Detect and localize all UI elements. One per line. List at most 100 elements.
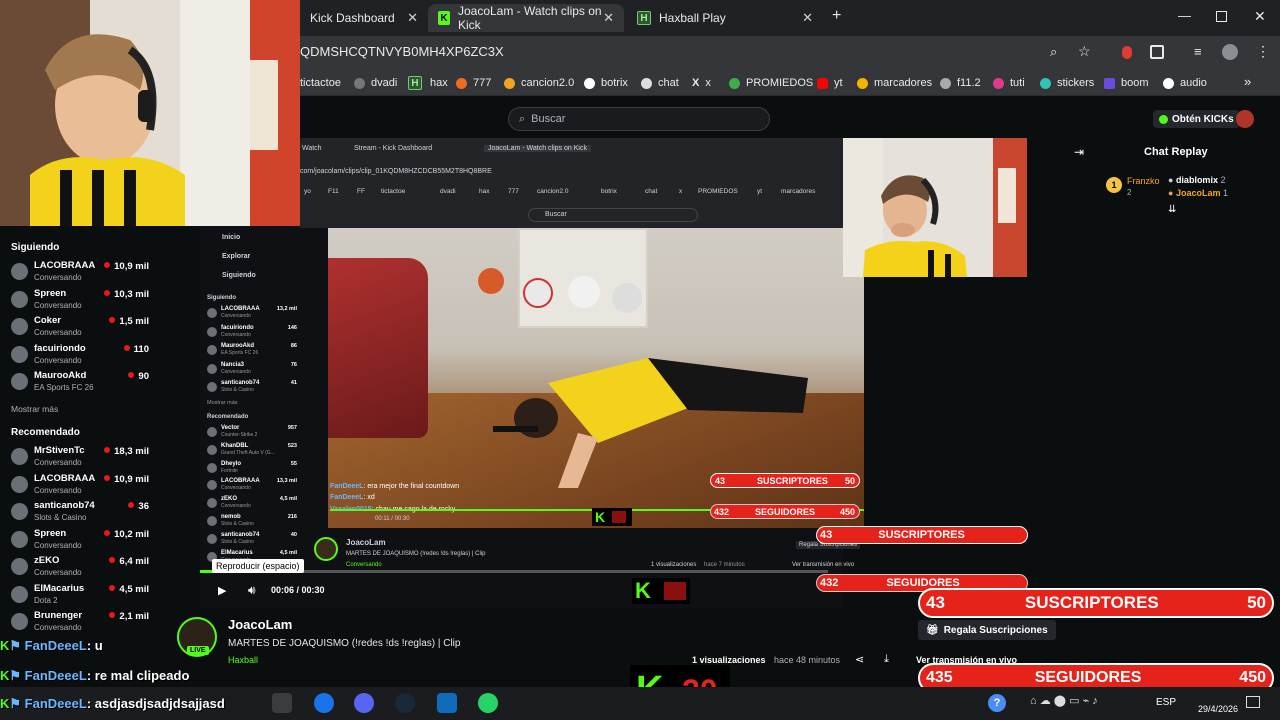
channel-name[interactable]: JoacoLam [228, 617, 292, 632]
avatar [11, 448, 28, 465]
bookmark-cancion[interactable]: cancion2.0 [504, 74, 574, 92]
taskbar-app-icon[interactable] [272, 693, 292, 713]
clock-date[interactable]: 29/4/2026 [1198, 704, 1238, 714]
volume-icon[interactable]: 🔊︎ [248, 583, 256, 598]
bookmark-dvadi[interactable]: dvadi [354, 74, 397, 92]
chrome-icon[interactable] [314, 693, 334, 713]
bookmark-f11[interactable]: f11.2 [940, 74, 981, 92]
inner-bookmark: dvadi [440, 188, 456, 195]
download-icon[interactable]: ⤓ [884, 653, 889, 666]
notification-icon[interactable] [1246, 696, 1260, 708]
language-indicator[interactable]: ESP [1156, 697, 1176, 708]
avatar [11, 318, 28, 335]
maximize-icon[interactable] [1216, 11, 1227, 22]
new-tab-icon[interactable]: + [832, 7, 841, 25]
close-icon[interactable]: ✕ [603, 10, 614, 26]
inner-bookmark: F11 [328, 188, 339, 195]
gift-subs-button[interactable]: 🎁︎ Regala Suscripciones [918, 620, 1056, 640]
sidebar-item-following[interactable]: Coker Conversando 1,5 mil [11, 315, 159, 341]
inner-bookmark: PROMIEDOS [698, 188, 738, 195]
minimize-icon[interactable]: — [1178, 8, 1191, 23]
chat-user-joacolam: ● JoacoLam 1 [1168, 188, 1228, 198]
video-ball [478, 268, 504, 294]
clip-views: 1 visualizaciones [692, 655, 766, 665]
sidebar-item-recommended[interactable]: zEKO Conversando 6,4 mil [11, 555, 159, 581]
sidebar-item-recommended[interactable]: LACOBRAAA Conversando 10,9 mil [11, 473, 159, 499]
bookmark-stickers[interactable]: stickers [1040, 74, 1094, 92]
chat-user: Franzko [1127, 176, 1160, 186]
search-input[interactable]: ⌕ Buscar [508, 107, 770, 131]
bookmark-icon [1163, 77, 1174, 89]
badge-icon: K [0, 638, 10, 653]
sidebar-item-following[interactable]: facuiriondo Conversando 110 [11, 343, 159, 369]
subs-label: SUSCRIPTORES [757, 475, 828, 486]
star-icon[interactable]: ☆ [1078, 43, 1091, 60]
bookmark-label: hax [430, 77, 448, 89]
bookmark-label: tictactoe [300, 77, 341, 89]
bookmark-label: chat [658, 77, 679, 89]
scroll-down-icon[interactable]: ⇊ [1168, 204, 1176, 215]
inner-tab: Watch [302, 145, 322, 152]
bookmark-x[interactable]: Xx [692, 74, 711, 92]
sidebar-item-following[interactable]: Spreen Conversando 10,3 mil [11, 288, 159, 314]
inner-sidebar-item: santicanob74 Slots & Casino 40 [207, 532, 297, 550]
viewer-count: 36 [128, 501, 149, 512]
sidebar-item-recommended[interactable]: santicanob74 Slots & Casino 36 [11, 500, 159, 526]
store-icon[interactable] [437, 693, 457, 713]
tab-kick-dashboard[interactable]: Kick Dashboard ✕ [300, 4, 428, 32]
bookmark-chat[interactable]: chat [641, 74, 679, 92]
inner-bookmark: x [679, 188, 683, 195]
sidebar-item-following[interactable]: LACOBRAAA Conversando 10,9 mil [11, 260, 159, 286]
menu-icon[interactable]: ⋮ [1256, 43, 1270, 60]
whatsapp-icon[interactable] [478, 693, 498, 713]
media-icon[interactable]: ≡ [1194, 44, 1202, 59]
bookmark-label: PROMIEDOS [746, 77, 814, 89]
extension-icon[interactable] [1122, 46, 1132, 59]
streamer-name: zEKO [34, 555, 60, 566]
tray-icons[interactable]: ⌂ ☁ ⬤ ▭ ⌁ ♪ [1030, 694, 1098, 707]
tab-haxball-play[interactable]: H Haxball Play ✕ [627, 4, 823, 32]
streamer-name: LACOBRAAA [34, 260, 96, 271]
followers-current: 435 [926, 669, 953, 686]
discord-icon[interactable] [354, 693, 374, 713]
get-kicks-button[interactable]: Obtén KICKs [1153, 110, 1240, 128]
puzzle-icon[interactable] [1150, 45, 1164, 59]
badge-icon [612, 511, 626, 523]
chat-user: FanDeeeL [330, 483, 364, 490]
bookmark-promiedos[interactable]: PROMIEDOS [729, 74, 813, 92]
chevron-right-icon[interactable]: » [1244, 74, 1251, 89]
show-more-link[interactable]: Mostrar más [11, 404, 58, 414]
tab-joacolam-clips[interactable]: K JoacoLam - Watch clips on Kick ✕ [428, 4, 624, 32]
bookmark-777[interactable]: 777 [456, 74, 491, 92]
user-avatar[interactable] [1236, 110, 1254, 128]
close-icon[interactable]: ✕ [802, 10, 813, 26]
bookmark-boom[interactable]: boom [1104, 74, 1149, 92]
viewer-count: 10,9 mil [104, 261, 149, 272]
sidebar-item-recommended[interactable]: MrStivenTc Conversando 18,3 mil [11, 445, 159, 471]
close-icon[interactable]: ✕ [407, 10, 418, 26]
sidebar-item-recommended[interactable]: Brunenger Conversando 2,1 mil [11, 610, 159, 636]
avatar [11, 503, 28, 520]
bookmark-yt[interactable]: yt [817, 74, 843, 92]
profile-avatar[interactable] [1222, 44, 1238, 60]
collapse-chat-icon[interactable]: ⇥ [1074, 145, 1084, 159]
bookmark-hax[interactable]: Hhax [408, 74, 448, 92]
bookmark-botrix[interactable]: botrix [584, 74, 628, 92]
bookmark-marcadores[interactable]: marcadores [857, 74, 932, 92]
bookmark-tictactoe[interactable]: tictactoe [300, 74, 341, 92]
share-icon[interactable]: ⋖ [855, 653, 864, 666]
zoom-icon[interactable]: ⌕ [1050, 44, 1057, 60]
sidebar-item-following[interactable]: MaurooAkd EA Sports FC 26 90 [11, 370, 159, 396]
bookmark-audio[interactable]: audio [1163, 74, 1207, 92]
clip-category[interactable]: Haxball [228, 655, 258, 665]
window-close-icon[interactable]: ✕ [1254, 8, 1266, 25]
url-field[interactable]: QDMSHCQTNVYB0MH4XP6ZC3X [300, 44, 504, 59]
sidebar-item-recommended[interactable]: ElMacarius Dota 2 4,5 mil [11, 583, 159, 609]
bookmark-label: stickers [1057, 77, 1095, 89]
play-icon[interactable]: ▶ [218, 584, 226, 597]
avatar [207, 308, 217, 318]
help-icon[interactable]: ? [988, 694, 1006, 712]
steam-icon[interactable] [395, 693, 415, 713]
bookmark-tuti[interactable]: tuti [993, 74, 1025, 92]
sidebar-item-recommended[interactable]: Spreen Conversando 10,2 mil [11, 528, 159, 554]
